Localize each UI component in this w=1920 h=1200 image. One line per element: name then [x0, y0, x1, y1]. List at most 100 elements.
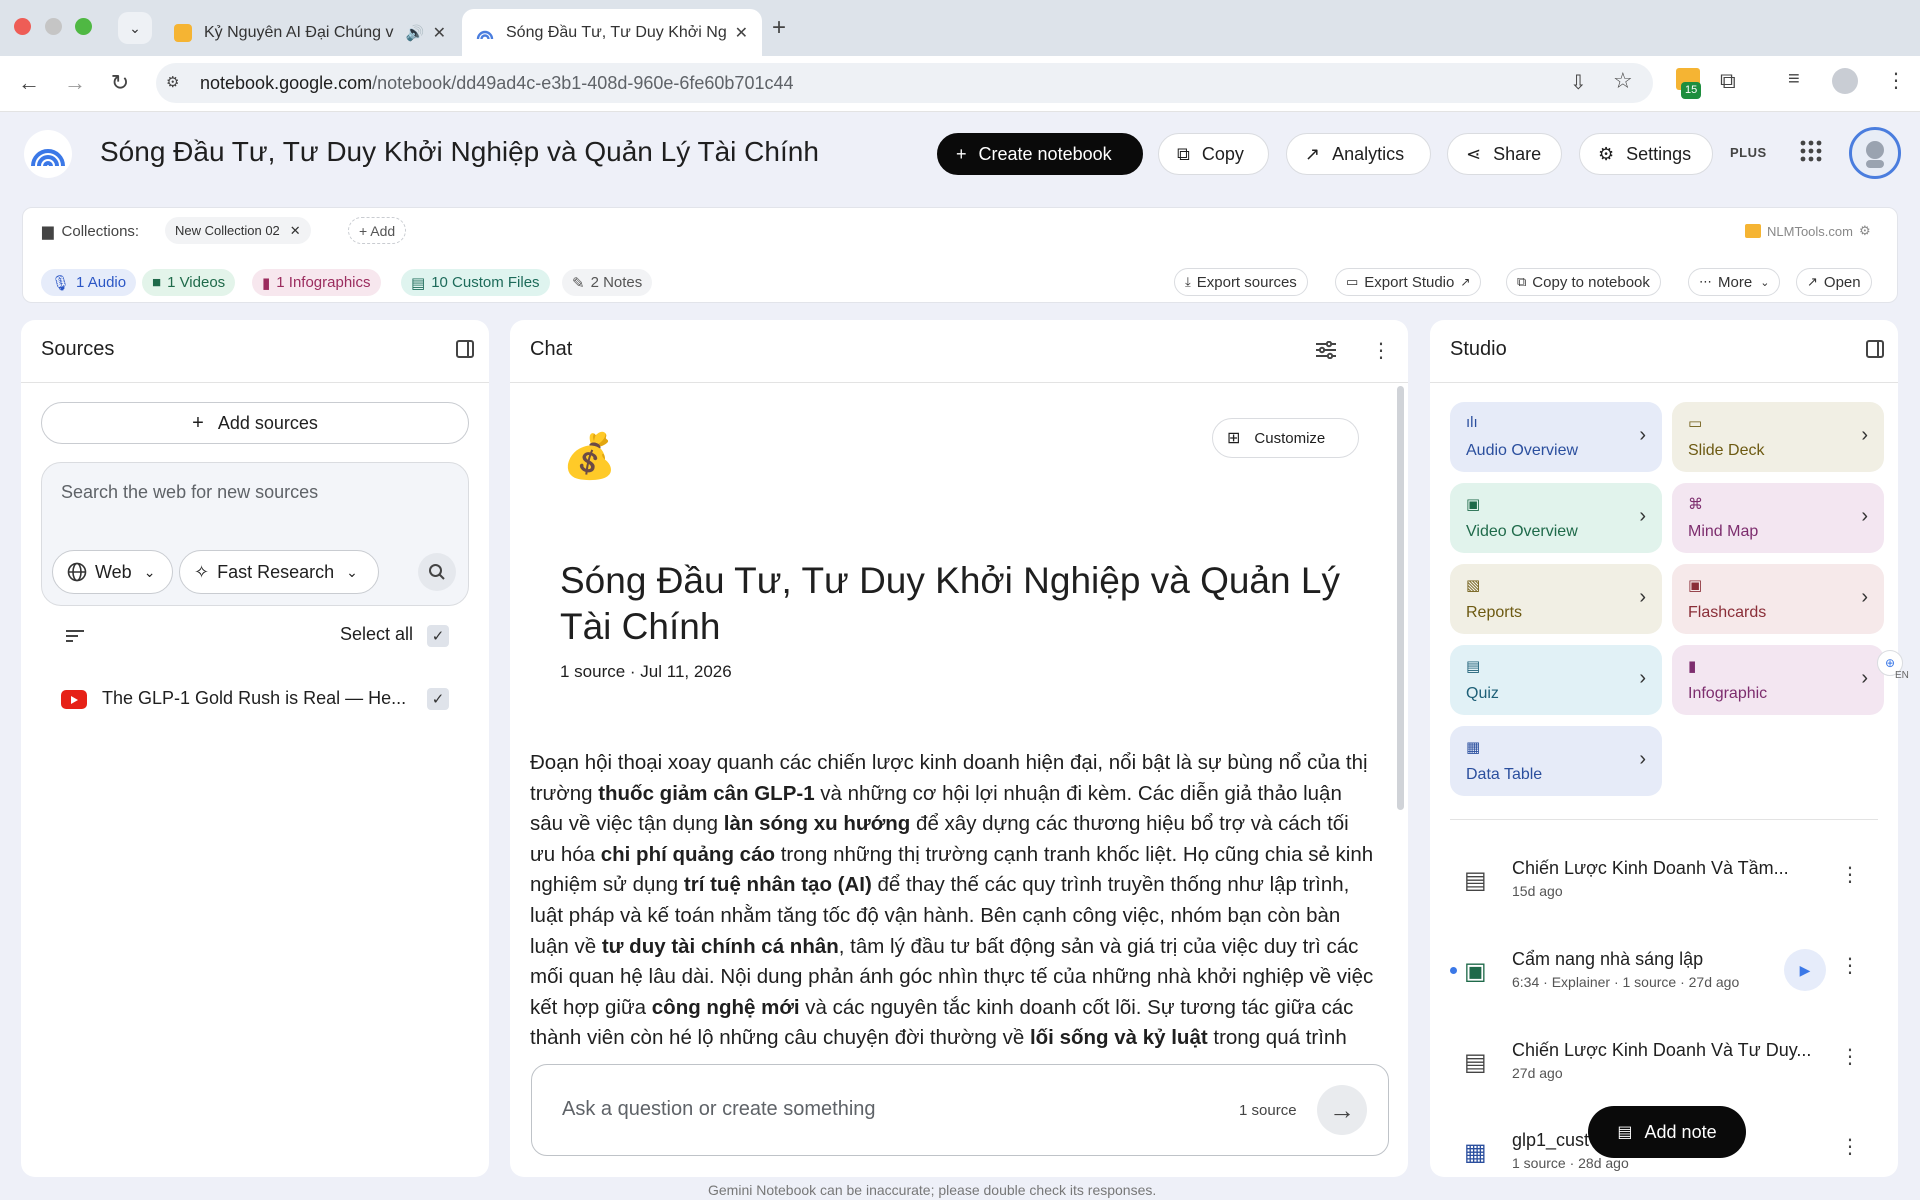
- search-submit-button[interactable]: [418, 553, 456, 591]
- filter-sort-icon[interactable]: [66, 629, 84, 643]
- studio-tile-audio-overview[interactable]: ılı Audio Overview ›: [1450, 402, 1662, 472]
- notebook-logo-icon[interactable]: [24, 130, 72, 178]
- flashcards-icon: ▣: [1688, 577, 1703, 594]
- studio-tile-data-table[interactable]: ▦ Data Table ›: [1450, 726, 1662, 796]
- extensions-puzzle-icon[interactable]: ⧉: [1720, 68, 1736, 94]
- close-window-button[interactable]: [14, 18, 31, 35]
- forward-button[interactable]: →: [60, 70, 90, 96]
- chat-input[interactable]: Ask a question or create something: [562, 1098, 876, 1121]
- export-sources-button[interactable]: ⤓ Export sources: [1174, 268, 1308, 296]
- web-search-input[interactable]: Search the web for new sources: [61, 482, 318, 503]
- studio-tile-flashcards[interactable]: ▣ Flashcards ›: [1672, 564, 1884, 634]
- studio-tile-slide-deck[interactable]: ▭ Slide Deck ›: [1672, 402, 1884, 472]
- send-button[interactable]: →: [1317, 1085, 1367, 1135]
- share-button[interactable]: ⋖ Share: [1447, 133, 1562, 175]
- studio-tile-infographic[interactable]: ▮ Infographic ›: [1672, 645, 1884, 715]
- note-icon: ▤: [1464, 867, 1487, 894]
- youtube-icon: [61, 690, 87, 709]
- media-controls-icon[interactable]: ≡: [1788, 68, 1800, 91]
- account-avatar[interactable]: [1849, 127, 1901, 179]
- more-button[interactable]: ⋯ More ⌄: [1688, 268, 1781, 296]
- note-subtitle: 15d ago: [1512, 883, 1563, 899]
- collapse-panel-icon[interactable]: [1866, 340, 1884, 358]
- add-sources-button[interactable]: + Add sources: [41, 402, 469, 444]
- notebook-favicon-icon: [476, 24, 494, 42]
- tab-search-button[interactable]: ⌄: [118, 12, 152, 44]
- close-tab-icon[interactable]: ✕: [735, 23, 748, 43]
- copy-button[interactable]: ⧉ Copy: [1158, 133, 1269, 175]
- maximize-window-button[interactable]: [75, 18, 92, 35]
- copy-to-notebook-button[interactable]: ⧉ Copy to notebook: [1506, 268, 1661, 296]
- studio-note-item[interactable]: ▣ Cẩm nang nhà sáng lập 6:34 · Explainer ·…: [1432, 943, 1872, 1003]
- browser-menu-icon[interactable]: ⋮: [1886, 68, 1906, 93]
- videos-chip[interactable]: ■ 1 Videos: [142, 269, 236, 296]
- notebook-title[interactable]: Sóng Đầu Tư, Tư Duy Khởi Nghiệp và Quản …: [100, 136, 819, 168]
- nlmtools-brand[interactable]: NLMTools.com ⚙: [1745, 223, 1871, 239]
- reload-button[interactable]: ↻: [105, 70, 135, 96]
- bar-chart-icon: ▮: [262, 274, 271, 292]
- export-studio-button[interactable]: ▭ Export Studio ↗: [1335, 268, 1482, 296]
- chat-scrollbar[interactable]: [1397, 386, 1404, 810]
- remove-collection-icon[interactable]: ✕: [290, 223, 301, 239]
- studio-tile-reports[interactable]: ▧ Reports ›: [1450, 564, 1662, 634]
- apps-grid-icon[interactable]: [1800, 140, 1822, 162]
- gear-icon[interactable]: ⚙: [1859, 223, 1871, 239]
- select-all-checkbox[interactable]: ✓: [427, 625, 449, 647]
- audio-chip[interactable]: 🎙 1 Audio: [41, 269, 137, 296]
- play-button[interactable]: ▶: [1784, 949, 1826, 991]
- studio-tile-quiz[interactable]: ▤ Quiz ›: [1450, 645, 1662, 715]
- edit-icon: ✎: [572, 274, 585, 292]
- source-item-checkbox[interactable]: ✓: [427, 688, 449, 710]
- notes-chip[interactable]: ✎ 2 Notes: [562, 269, 653, 296]
- web-source-dropdown[interactable]: Web ⌄: [52, 550, 173, 594]
- globe-icon: [67, 562, 87, 582]
- chevron-right-icon: ›: [1639, 748, 1646, 770]
- analytics-button[interactable]: ↗ Analytics: [1286, 133, 1431, 175]
- close-tab-icon[interactable]: ✕: [433, 23, 446, 43]
- new-tab-button[interactable]: +: [772, 14, 786, 42]
- bookmark-star-icon[interactable]: ☆: [1613, 68, 1633, 94]
- collapse-panel-icon[interactable]: [456, 340, 474, 358]
- studio-tile-mind-map[interactable]: ⌘ Mind Map ›: [1672, 483, 1884, 553]
- note-more-icon[interactable]: ⋮: [1840, 862, 1860, 887]
- arrow-right-icon: →: [1329, 1094, 1355, 1125]
- studio-tile-video-overview[interactable]: ▣ Video Overview ›: [1450, 483, 1662, 553]
- settings-button[interactable]: ⚙ Settings: [1579, 133, 1713, 175]
- language-label: EN: [1895, 670, 1909, 681]
- custom-files-chip[interactable]: ▤ 10 Custom Files: [401, 269, 550, 296]
- note-more-icon[interactable]: ⋮: [1840, 1134, 1860, 1159]
- speaker-icon[interactable]: 🔊: [406, 24, 425, 42]
- address-bar[interactable]: notebook.google.com/notebook/dd49ad4c-e3…: [156, 63, 1653, 103]
- browser-tab-inactive[interactable]: Kỷ Nguyên AI Đại Chúng v 🔊 ✕: [160, 9, 460, 56]
- add-collection-button[interactable]: + Add: [348, 217, 407, 244]
- nlmtools-logo-icon: [1745, 224, 1761, 238]
- profile-avatar-icon[interactable]: [1832, 68, 1858, 94]
- note-more-icon[interactable]: ⋮: [1840, 953, 1860, 978]
- plus-icon: +: [192, 411, 204, 434]
- chat-settings-sliders-icon[interactable]: [1316, 341, 1336, 359]
- chevron-right-icon: ›: [1639, 505, 1646, 527]
- back-button[interactable]: ←: [14, 70, 44, 96]
- minimize-window-button[interactable]: [45, 18, 62, 35]
- collection-chip[interactable]: New Collection 02 ✕: [165, 217, 311, 244]
- chat-divider: [510, 382, 1408, 383]
- browser-tab-active[interactable]: Sóng Đầu Tư, Tư Duy Khởi Ng ✕: [462, 9, 762, 56]
- note-more-icon[interactable]: ⋮: [1840, 1044, 1860, 1069]
- source-item-title[interactable]: The GLP-1 Gold Rush is Real — He...: [102, 688, 406, 709]
- chat-more-icon[interactable]: ⋮: [1371, 338, 1391, 363]
- studio-tile-label: Video Overview: [1466, 523, 1578, 540]
- site-info-icon[interactable]: ⚙: [166, 73, 179, 91]
- mind-map-icon: ⌘: [1688, 496, 1703, 513]
- install-app-icon[interactable]: ⇩: [1570, 70, 1587, 95]
- open-button[interactable]: ↗ Open: [1796, 268, 1872, 296]
- studio-note-item[interactable]: ▤ Chiến Lược Kinh Doanh Và Tầm... 15d ago ⋮: [1432, 852, 1872, 912]
- file-icon: ▤: [411, 274, 426, 292]
- chevron-right-icon: ›: [1861, 424, 1868, 446]
- customize-button[interactable]: ⊞ Customize: [1212, 418, 1359, 458]
- infographics-chip[interactable]: ▮ 1 Infographics: [252, 269, 381, 296]
- create-notebook-button[interactable]: + Create notebook: [937, 133, 1143, 175]
- add-note-button[interactable]: ▤ Add note: [1588, 1106, 1746, 1158]
- research-mode-dropdown[interactable]: ✧ Fast Research ⌄: [179, 550, 379, 594]
- tab-favicon-icon: [174, 23, 192, 42]
- studio-note-item[interactable]: ▤ Chiến Lược Kinh Doanh Và Tư Duy... 27d a…: [1432, 1034, 1872, 1094]
